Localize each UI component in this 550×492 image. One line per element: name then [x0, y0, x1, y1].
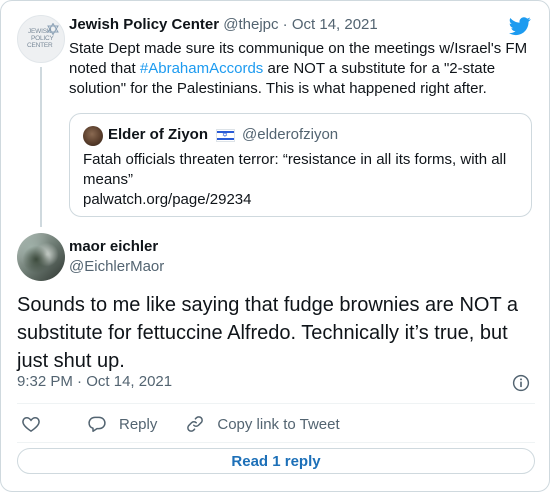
parent-header: Jewish Policy Center @thejpc · Oct 14, 2… [69, 15, 378, 35]
israel-flag-icon: ✡ [216, 128, 236, 142]
like-button[interactable] [21, 414, 53, 434]
quote-author-name: Elder of Ziyon [108, 126, 209, 143]
quote-link: palwatch.org/page/29234 [83, 191, 252, 208]
parent-tweet-text: State Dept made sure its communique on t… [69, 39, 529, 99]
link-icon [187, 416, 204, 432]
reply-avatar[interactable] [17, 233, 65, 281]
divider [17, 442, 535, 443]
action-bar: Reply Copy link to Tweet [21, 413, 368, 435]
thread-line [40, 67, 42, 227]
reply-label: Reply [119, 415, 158, 433]
parent-avatar[interactable]: JEWISH POLICY CENTER [17, 15, 65, 63]
separator-dot: · [77, 373, 83, 390]
copy-link-button[interactable]: Copy link to Tweet [185, 414, 340, 434]
reply-author-name[interactable]: maor eichler [69, 237, 158, 257]
info-icon[interactable] [512, 374, 530, 392]
parent-date[interactable]: Oct 14, 2021 [292, 16, 378, 33]
quote-text: Fatah officials threaten terror: “resist… [83, 151, 507, 188]
separator-dot: · [282, 16, 288, 33]
reply-date: Oct 14, 2021 [86, 373, 173, 390]
divider [17, 403, 535, 404]
reply-time: 9:32 PM [17, 373, 73, 390]
quote-avatar [83, 126, 103, 146]
reply-button[interactable]: Reply [87, 414, 157, 434]
parent-handle[interactable]: @thejpc [223, 16, 278, 33]
reply-icon [88, 416, 106, 432]
heart-icon [22, 416, 40, 432]
parent-author-name[interactable]: Jewish Policy Center [69, 16, 219, 33]
quote-handle: @elderofziyon [242, 126, 339, 143]
twitter-bird-icon[interactable] [509, 15, 531, 37]
star-of-david-icon [47, 23, 59, 35]
copy-link-label: Copy link to Tweet [217, 415, 340, 433]
reply-handle[interactable]: @EichlerMaor [69, 257, 164, 277]
quote-header: Elder of Ziyon ✡ @elderofziyon [108, 125, 338, 145]
reply-timestamp[interactable]: 9:32 PM · Oct 14, 2021 [17, 372, 172, 392]
tweet-embed: JEWISH POLICY CENTER Jewish Policy Cente… [0, 0, 550, 492]
quoted-tweet[interactable]: Elder of Ziyon ✡ @elderofziyon Fatah off… [69, 113, 532, 217]
hashtag-link[interactable]: #AbrahamAccords [140, 60, 263, 77]
quote-body: Fatah officials threaten terror: “resist… [83, 150, 523, 210]
read-replies-button[interactable]: Read 1 reply [17, 448, 535, 474]
logo-word-3: CENTER [27, 42, 53, 49]
jpc-logo: JEWISH POLICY CENTER [21, 19, 61, 59]
reply-tweet-text: Sounds to me like saying that fudge brow… [17, 294, 519, 372]
